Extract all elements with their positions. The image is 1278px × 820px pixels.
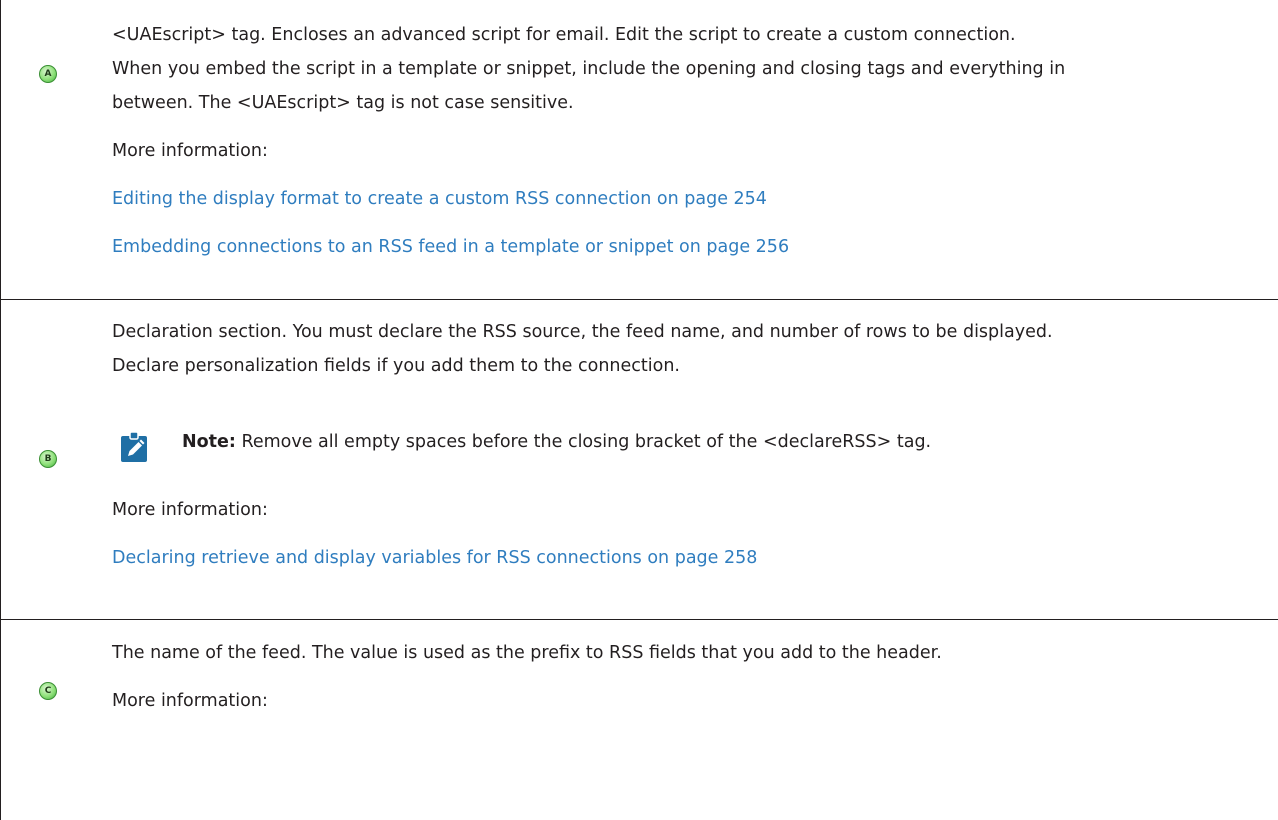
link-declaring-variables[interactable]: Declaring retrieve and display variables… [112, 541, 1269, 575]
row-a-line-1: <UAEscript> tag. Encloses an advanced sc… [112, 25, 1016, 45]
row-c-more-info: More information: [112, 691, 268, 711]
row-b-line-2: Declare personalization fields if you ad… [112, 356, 680, 376]
note-text: Remove all empty spaces before the closi… [235, 432, 932, 452]
link-editing-display-format[interactable]: Editing the display format to create a c… [112, 182, 1269, 216]
callout-marker-b-icon: B [39, 450, 57, 468]
row-c-line-1: The name of the feed. The value is used … [112, 643, 942, 663]
row-a-content: <UAEscript> tag. Encloses an advanced sc… [112, 18, 1269, 264]
link-embedding-connections[interactable]: Embedding connections to an RSS feed in … [112, 230, 1269, 264]
row-b-content: Declaration section. You must declare th… [112, 315, 1269, 575]
note-label: Note: [182, 432, 236, 452]
row-a-more-info: More information: [112, 141, 268, 161]
callout-marker-a-icon: A [39, 65, 57, 83]
row-b-more-info: More information: [112, 500, 268, 520]
table-row-a: A <UAEscript> tag. Encloses an advanced … [0, 0, 1278, 300]
table-row-b: B Declaration section. You must declare … [0, 299, 1278, 620]
row-b-line-1: Declaration section. You must declare th… [112, 322, 1053, 342]
row-a-line-3: between. The <UAEscript> tag is not case… [112, 93, 574, 113]
table-row-c: C The name of the feed. The value is use… [0, 619, 1278, 820]
row-c-content: The name of the feed. The value is used … [112, 636, 1269, 718]
note-block: Note: Remove all empty spaces before the… [112, 425, 1269, 462]
row-a-line-2: When you embed the script in a template … [112, 59, 1066, 79]
pencil-note-icon [121, 431, 147, 462]
callout-marker-c-icon: C [39, 682, 57, 700]
